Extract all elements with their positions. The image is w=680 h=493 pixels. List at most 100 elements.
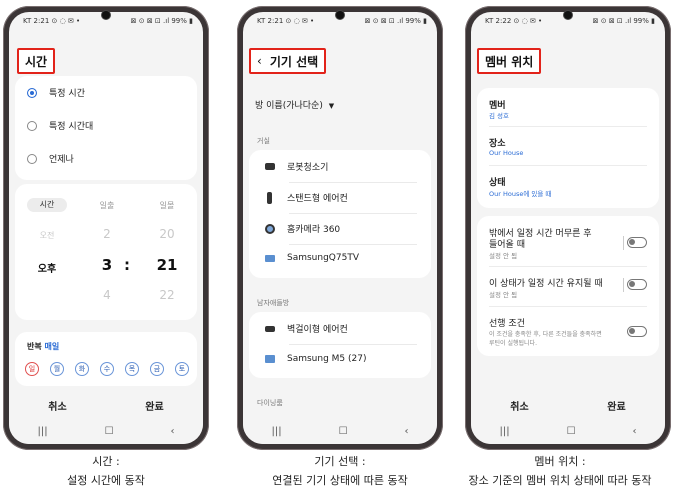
device-label: 스탠드형 에어컨 <box>287 194 348 204</box>
recent-apps-icon[interactable]: ||| <box>499 426 509 437</box>
device-robot-vacuum[interactable]: 로봇청소기 <box>265 160 328 173</box>
minute-above: 20 <box>159 227 175 241</box>
option-time-range[interactable]: 특정 시간대 <box>27 119 93 132</box>
member-value: 김 성호 <box>489 112 510 120</box>
aircon-stand-icon <box>267 191 272 204</box>
tab-time[interactable]: 시간 <box>27 198 67 212</box>
back-icon[interactable]: ‹ <box>633 426 637 437</box>
hour-above: 2 <box>103 227 111 241</box>
option-label: 언제나 <box>49 155 74 165</box>
day-mon[interactable]: 월 <box>50 362 64 376</box>
device-label: 로봇청소기 <box>287 163 329 173</box>
back-icon[interactable]: ‹ <box>171 426 175 437</box>
recent-apps-icon[interactable]: ||| <box>271 426 281 437</box>
day-wed[interactable]: 수 <box>100 362 114 376</box>
screen-time: KT 2:21 ⊙ ◌ ✉ • ⊠ ⊙ ⊠ ⊡ .ıl 99% ▮ 시간 특정 … <box>9 12 203 444</box>
divider <box>489 126 647 127</box>
status-left: KT 2:21 ⊙ ◌ ✉ • <box>23 17 81 25</box>
nav-bar: ||| ☐ ‹ <box>243 418 437 444</box>
caption-time: 시간 : 설정 시간에 동작 <box>0 452 226 490</box>
dialog-buttons: 취소 완료 <box>9 398 203 413</box>
state-label[interactable]: 상태 <box>489 175 506 188</box>
radio-icon[interactable] <box>27 120 37 131</box>
caption-desc: 장소 기준의 멤버 위치 상태에 따라 동작 <box>468 474 652 487</box>
day-thu[interactable]: 목 <box>125 362 139 376</box>
section-boys-room: 남자애들방 <box>257 299 290 307</box>
device-tv[interactable]: SamsungQ75TV <box>265 253 359 263</box>
precondition-toggle[interactable] <box>627 326 647 337</box>
divider <box>489 306 647 307</box>
place-value: Our House <box>489 149 524 157</box>
nav-bar: ||| ☐ ‹ <box>471 418 665 444</box>
ampm-above: 오전 <box>39 231 55 240</box>
option-stay-away-title-2[interactable]: 들어올 때 <box>489 237 525 250</box>
option-precondition-title[interactable]: 선행 조건 <box>489 316 525 329</box>
repeat-value: 매일 <box>44 342 60 351</box>
camera-icon <box>265 223 275 234</box>
stay-away-toggle[interactable] <box>627 237 647 248</box>
day-sat[interactable]: 토 <box>175 362 189 376</box>
time-picker-card: 시간 일출 일몰 오전 2 20 오후 3 : 21 4 22 <box>15 184 197 320</box>
back-arrow-icon[interactable]: ‹ <box>257 54 262 68</box>
status-right: ⊠ ⊙ ⊠ ⊡ .ıl 99% ▮ <box>130 17 193 25</box>
cancel-button[interactable]: 취소 <box>48 398 66 413</box>
sort-dropdown[interactable]: 방 이름(가나다순) ▼ <box>255 98 334 111</box>
device-stand-aircon[interactable]: 스탠드형 에어컨 <box>265 191 348 204</box>
caption-desc: 설정 시간에 동작 <box>67 474 145 487</box>
caption-desc: 연결된 기기 상태에 따른 동작 <box>272 474 408 487</box>
radio-icon[interactable] <box>27 153 37 164</box>
device-monitor[interactable]: Samsung M5 (27) <box>265 354 367 364</box>
option-specific-time[interactable]: 특정 시간 <box>27 86 85 99</box>
caption-member-location: 멤버 위치 : 장소 기준의 멤버 위치 상태에 따라 동작 <box>440 452 680 490</box>
option-precondition-sub-1: 이 조건을 충족한 후, 다른 조건들을 충족하면 <box>489 331 602 338</box>
recent-apps-icon[interactable]: ||| <box>37 426 47 437</box>
extra-options-card: 밖에서 일정 시간 머무른 후 들어올 때 설정 안 됨 이 상태가 일정 시간… <box>477 216 659 356</box>
repeat-label: 반복 <box>27 342 42 351</box>
cancel-button[interactable]: 취소 <box>510 398 528 413</box>
device-home-camera[interactable]: 홈카메라 360 <box>265 222 340 235</box>
option-always[interactable]: 언제나 <box>27 152 74 165</box>
home-icon[interactable]: ☐ <box>339 426 348 437</box>
tab-sunset[interactable]: 일몰 <box>147 200 187 211</box>
divider <box>489 165 647 166</box>
section-dining-room: 다이닝룸 <box>257 399 283 407</box>
state-value: Our House에 있을 때 <box>489 190 552 198</box>
option-label: 특정 시간 <box>49 89 85 99</box>
tab-sunrise[interactable]: 일출 <box>87 200 127 211</box>
minute-picker[interactable]: 21 <box>147 256 187 274</box>
status-left: KT 2:21 ⊙ ◌ ✉ • <box>257 17 315 25</box>
home-icon[interactable]: ☐ <box>567 426 576 437</box>
front-camera <box>564 11 572 19</box>
keep-state-toggle[interactable] <box>627 279 647 290</box>
repeat-row[interactable]: 반복 매일 <box>27 341 59 352</box>
minute-below: 22 <box>159 288 175 302</box>
option-stay-away-sub: 설정 안 됨 <box>489 252 518 260</box>
place-label[interactable]: 장소 <box>489 136 506 149</box>
day-sun[interactable]: 일 <box>25 362 39 376</box>
front-camera <box>102 11 110 19</box>
aircon-wall-icon <box>265 325 275 332</box>
option-keep-state-sub: 설정 안 됨 <box>489 291 518 299</box>
day-selector: 일 월 화 수 목 금 토 <box>25 362 189 376</box>
dialog-buttons: 취소 완료 <box>471 398 665 413</box>
day-tue[interactable]: 화 <box>75 362 89 376</box>
page-title: 멤버 위치 <box>477 48 542 74</box>
chevron-down-icon: ▼ <box>328 102 335 110</box>
back-icon[interactable]: ‹ <box>405 426 409 437</box>
page-title: 기기 선택 <box>269 54 319 69</box>
caption-device: 기기 선택 : 연결된 기기 상태에 따른 동작 <box>220 452 460 490</box>
divider <box>289 182 417 183</box>
done-button[interactable]: 완료 <box>607 398 625 413</box>
divider <box>289 344 417 345</box>
radio-selected-icon[interactable] <box>27 87 37 98</box>
device-wall-aircon[interactable]: 벽걸이형 에어컨 <box>265 322 348 335</box>
divider <box>623 278 624 292</box>
device-label: 홈카메라 360 <box>287 225 341 235</box>
day-fri[interactable]: 금 <box>150 362 164 376</box>
done-button[interactable]: 완료 <box>145 398 163 413</box>
tv-icon <box>265 254 275 262</box>
ampm-picker[interactable]: 오후 <box>27 260 67 275</box>
option-keep-state-title[interactable]: 이 상태가 일정 시간 유지될 때 <box>489 276 603 289</box>
home-icon[interactable]: ☐ <box>105 426 114 437</box>
option-precondition-sub-2: 루틴이 실행됩니다. <box>489 340 537 347</box>
